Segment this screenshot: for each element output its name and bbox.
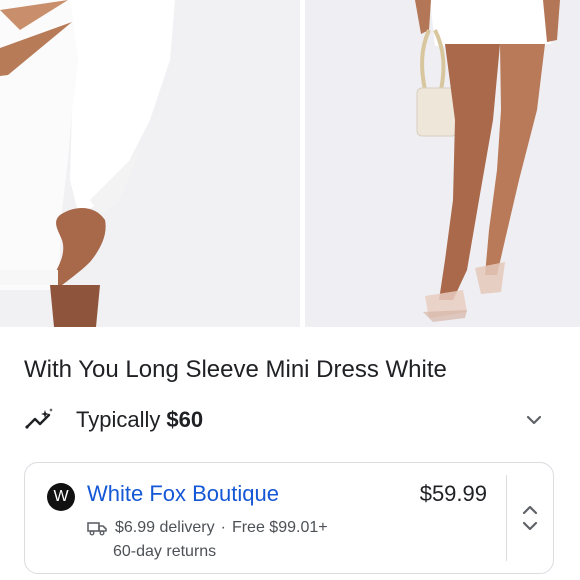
returns-policy: 60-day returns bbox=[113, 543, 217, 560]
product-listing: With You Long Sleeve Mini Dress White Ty… bbox=[0, 0, 580, 580]
typical-label: Typically bbox=[76, 407, 161, 432]
seller-name-link[interactable]: White Fox Boutique bbox=[87, 479, 279, 509]
image-gallery[interactable] bbox=[0, 0, 580, 327]
product-title: With You Long Sleeve Mini Dress White bbox=[24, 356, 447, 383]
dress-closeup-image[interactable] bbox=[0, 0, 300, 327]
seller-price: $59.99 bbox=[419, 481, 487, 506]
expand-collapse-icon[interactable] bbox=[519, 501, 541, 535]
card-divider bbox=[506, 475, 507, 561]
delivery-cost: $6.99 delivery bbox=[115, 519, 215, 536]
free-shipping-threshold: Free $99.01+ bbox=[231, 519, 328, 536]
price-summary-row[interactable]: Typically $60 bbox=[24, 402, 556, 438]
chevron-down-icon[interactable] bbox=[524, 410, 544, 430]
price-trend-icon bbox=[25, 408, 53, 429]
seller-logo: W bbox=[47, 483, 75, 511]
typical-price: $60 bbox=[166, 407, 204, 432]
delivery-info: $6.99 delivery · Free $99.01+ bbox=[87, 517, 328, 539]
separator-dot: · bbox=[220, 519, 226, 536]
dress-full-legs-image[interactable] bbox=[305, 0, 580, 327]
seller-offer-card[interactable]: W White Fox Boutique $59.99 $6.99 delive… bbox=[24, 462, 554, 574]
truck-icon bbox=[87, 522, 107, 536]
